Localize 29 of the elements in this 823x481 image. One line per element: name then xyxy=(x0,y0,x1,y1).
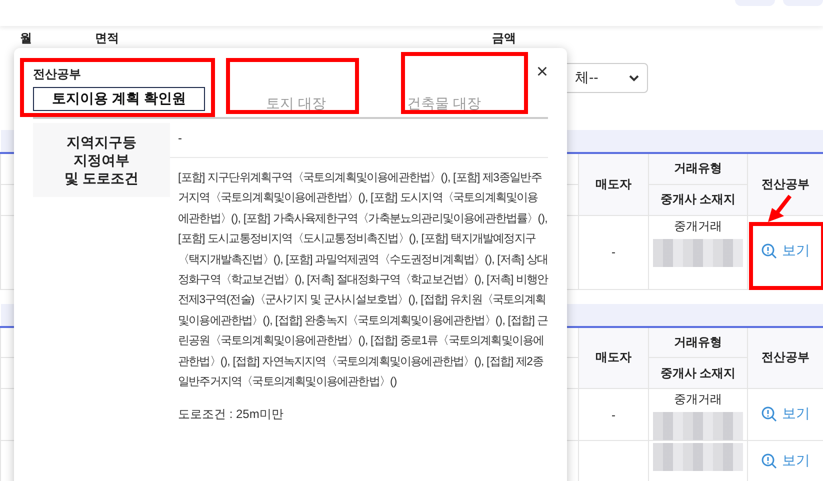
table-header: 전산공부 xyxy=(748,326,823,388)
view-link[interactable]: 보기 xyxy=(761,242,810,260)
table-cell: - xyxy=(612,245,616,259)
search-icon xyxy=(761,453,777,469)
summary-value: - xyxy=(170,123,548,158)
tab[interactable]: 건축물 대장 xyxy=(399,95,489,117)
filter-label: 금액 xyxy=(492,30,517,47)
search-icon xyxy=(761,406,777,422)
table-header: 거래유형 xyxy=(648,153,748,184)
chevron-down-icon xyxy=(629,74,639,82)
table-header: 거래유형 xyxy=(648,326,748,358)
table-header: 전산공부 xyxy=(748,153,823,215)
table-cell: - xyxy=(612,408,616,422)
table-header: 매도자 xyxy=(578,326,648,388)
modal-title: 전산공부 xyxy=(33,66,81,83)
table-cell: 중개거래 xyxy=(674,218,722,234)
table-cell: 중개거래 xyxy=(674,391,722,408)
table-header: 중개사 소재지 xyxy=(648,358,748,388)
tab[interactable]: 토지이용 계획 확인원 xyxy=(33,87,205,111)
table-header: 중개사 소재지 xyxy=(648,184,748,215)
close-button[interactable]: × xyxy=(536,62,548,82)
filter-label: 면적 xyxy=(95,30,120,47)
table-header: 매도자 xyxy=(578,153,648,215)
row-label: 지역지구등 지정여부 및 도로조건 xyxy=(33,123,170,197)
search-icon xyxy=(761,243,777,259)
tab[interactable]: 토지 대장 xyxy=(261,95,331,117)
zoning-text: [포함] 지구단위계획구역〈국토의계획및이용에관한법〉(), [포함] 제3종일반주거지역〈국토의계획및이용에관한법〉(), [포함] 도시지역〈국토의계획및이용에관한법〉(), [포함] 가축사육제한구역〈가축분뇨의관리및이용에관한법률〉(), [포함] 도시교통정비지역〈도시교통정비촉진법〉(), [포함] 택지개발예정지구〈택지개발촉진법〉(), [포함] 과밀억제권역〈수도권정비계획법〉(), [저촉] 상대정화구역〈학교보건법〉(), [저촉] 절대정화구역〈학교보건법〉(), [저촉] 비행안전제3구역(전술)〈군사기지 및 군사시설보호법〉(), [접합] 유치원〈국토의계획및이용에관한법〉(), [접합] 완충녹지〈국토의계획및이용에관한법〉(), [접합] 근린공원〈국토의계획및이용에관한법〉(), [접합] 중로1류〈국토의계획및이용에관한법〉(), [접합] 자연녹지지역〈국토의계획및이용에관한법〉(), [접합] 제2종일반주거지역〈국토의계획및이용에관한법〉() xyxy=(177,170,548,390)
road-condition: 도로조건 : 25m미만 xyxy=(177,406,284,424)
filter-label: 월 xyxy=(20,30,33,47)
